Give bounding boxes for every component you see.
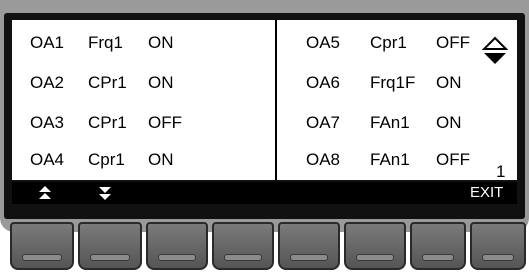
output-function: FAn1 <box>370 150 410 169</box>
output-id: OA6 <box>306 73 341 92</box>
hardware-button-6[interactable] <box>344 222 406 270</box>
output-row[interactable]: OA1 Frq1 ON <box>12 33 272 67</box>
output-row[interactable]: OA3 CPr1 OFF <box>12 113 272 147</box>
up-down-scroll-icon <box>481 36 509 66</box>
output-function: Cpr1 <box>88 150 125 169</box>
output-function: CPr1 <box>88 113 127 132</box>
output-id: OA4 <box>30 150 65 169</box>
hardware-button-3[interactable] <box>146 222 208 270</box>
output-row[interactable]: OA6 Frq1F ON <box>280 73 480 107</box>
output-state: ON <box>436 113 462 132</box>
page-number: 1 <box>496 162 506 181</box>
hardware-button-2[interactable] <box>78 222 142 270</box>
output-state: OFF <box>436 33 470 52</box>
softkey-bar: EXIT <box>12 182 517 204</box>
output-row[interactable]: OA8 FAn1 OFF <box>280 150 480 184</box>
double-down-arrow-icon[interactable] <box>98 185 112 205</box>
output-id: OA7 <box>306 113 341 132</box>
output-state: ON <box>148 33 174 52</box>
hardware-button-4[interactable] <box>212 222 274 270</box>
output-function: Cpr1 <box>370 33 407 52</box>
exit-softkey-label[interactable]: EXIT <box>470 184 503 201</box>
output-state: ON <box>436 73 462 92</box>
output-state: OFF <box>436 150 470 169</box>
hardware-button-1[interactable] <box>10 222 74 270</box>
output-id: OA2 <box>30 73 65 92</box>
hardware-button-row <box>0 222 529 274</box>
output-id: OA3 <box>30 113 65 132</box>
output-id: OA8 <box>306 150 341 169</box>
output-function: Frq1 <box>88 33 123 52</box>
output-function: Frq1F <box>370 73 416 92</box>
output-row[interactable]: OA5 Cpr1 OFF <box>280 33 480 67</box>
double-up-arrow-icon[interactable] <box>38 185 52 205</box>
output-state: ON <box>148 73 174 92</box>
hardware-button-8[interactable] <box>470 222 526 270</box>
output-row[interactable]: OA4 Cpr1 ON <box>12 150 272 184</box>
hardware-button-7[interactable] <box>410 222 466 270</box>
output-function: FAn1 <box>370 113 410 132</box>
output-row[interactable]: OA7 FAn1 ON <box>280 113 480 147</box>
hardware-button-5[interactable] <box>278 222 340 270</box>
output-state: ON <box>148 150 174 169</box>
controller-panel: OA1 Frq1 ON OA2 CPr1 ON OA3 CPr1 OFF OA4… <box>0 0 529 274</box>
output-id: OA1 <box>30 33 65 52</box>
output-id: OA5 <box>306 33 341 52</box>
output-row[interactable]: OA2 CPr1 ON <box>12 73 272 107</box>
output-function: CPr1 <box>88 73 127 92</box>
column-divider <box>275 20 277 180</box>
output-state: OFF <box>148 113 182 132</box>
